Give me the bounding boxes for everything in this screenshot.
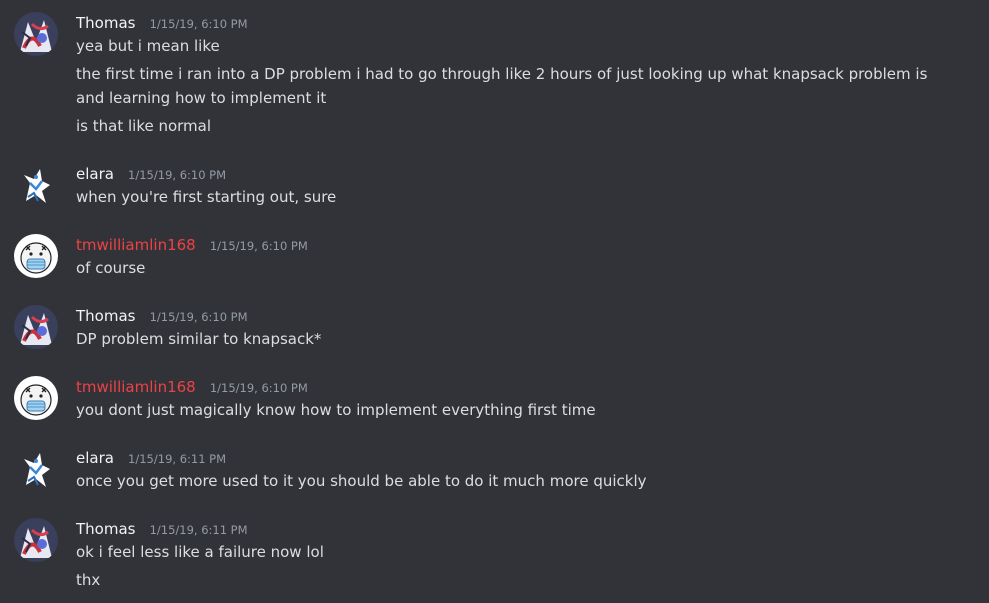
username[interactable]: Thomas [76, 307, 135, 325]
message-content: ok i feel less like a failure now lol th… [76, 540, 956, 592]
message-header: tmwilliamlin168 1/15/19, 6:10 PM [76, 234, 308, 256]
message-text: DP problem similar to knapsack* [76, 330, 322, 348]
message-content: when you're first starting out, sure [76, 185, 956, 209]
message-header: Thomas 1/15/19, 6:11 PM [76, 518, 248, 540]
message-text: thx [76, 571, 101, 589]
chat-messages: Thomas 1/15/19, 6:10 PM yea but i mean l… [0, 0, 989, 603]
message-content: once you get more used to it you should … [76, 469, 956, 493]
username[interactable]: elara [76, 449, 114, 467]
message-text: yea but i mean like [76, 37, 220, 55]
message-group: Thomas 1/15/19, 6:11 PM ok i feel less l… [0, 518, 989, 598]
username[interactable]: tmwilliamlin168 [76, 236, 196, 254]
tmwilliamlin-avatar-icon [14, 376, 58, 420]
message-header: Thomas 1/15/19, 6:10 PM [76, 12, 248, 34]
username[interactable]: Thomas [76, 520, 135, 538]
message-group: Thomas 1/15/19, 6:10 PM DP problem simil… [0, 305, 989, 355]
avatar[interactable] [14, 12, 58, 56]
username[interactable]: Thomas [76, 14, 135, 32]
avatar[interactable] [14, 518, 58, 562]
avatar[interactable] [14, 163, 58, 207]
message-group: Thomas 1/15/19, 6:10 PM yea but i mean l… [0, 12, 989, 140]
elara-avatar-icon [14, 163, 58, 207]
message-text: you dont just magically know how to impl… [76, 401, 596, 419]
avatar[interactable] [14, 305, 58, 349]
timestamp[interactable]: 1/15/19, 6:10 PM [128, 168, 226, 182]
message-group: tmwilliamlin168 1/15/19, 6:10 PM you don… [0, 376, 989, 426]
message-text: the first time i ran into a DP problem i… [76, 65, 928, 107]
timestamp[interactable]: 1/15/19, 6:10 PM [150, 17, 248, 31]
message-content: DP problem similar to knapsack* [76, 327, 956, 351]
message-header: Thomas 1/15/19, 6:10 PM [76, 305, 248, 327]
message-header: elara 1/15/19, 6:10 PM [76, 163, 226, 185]
elara-avatar-icon [14, 447, 58, 491]
message-group: elara 1/15/19, 6:11 PM once you get more… [0, 447, 989, 497]
thomas-avatar-icon [14, 12, 58, 56]
thomas-avatar-icon [14, 305, 58, 349]
username[interactable]: elara [76, 165, 114, 183]
message-text: once you get more used to it you should … [76, 472, 647, 490]
message-text: when you're first starting out, sure [76, 188, 337, 206]
message-text: of course [76, 259, 146, 277]
username[interactable]: tmwilliamlin168 [76, 378, 196, 396]
message-header: elara 1/15/19, 6:11 PM [76, 447, 226, 469]
avatar[interactable] [14, 447, 58, 491]
avatar[interactable] [14, 376, 58, 420]
message-group: tmwilliamlin168 1/15/19, 6:10 PM of cour… [0, 234, 989, 284]
timestamp[interactable]: 1/15/19, 6:10 PM [150, 310, 248, 324]
timestamp[interactable]: 1/15/19, 6:10 PM [210, 239, 308, 253]
timestamp[interactable]: 1/15/19, 6:10 PM [210, 381, 308, 395]
message-group: elara 1/15/19, 6:10 PM when you're first… [0, 163, 989, 213]
message-content: of course [76, 256, 956, 280]
timestamp[interactable]: 1/15/19, 6:11 PM [128, 452, 226, 466]
message-content: you dont just magically know how to impl… [76, 398, 956, 422]
avatar[interactable] [14, 234, 58, 278]
message-text: is that like normal [76, 117, 212, 135]
message-header: tmwilliamlin168 1/15/19, 6:10 PM [76, 376, 308, 398]
tmwilliamlin-avatar-icon [14, 234, 58, 278]
thomas-avatar-icon [14, 518, 58, 562]
message-content: yea but i mean like the first time i ran… [76, 34, 956, 138]
message-text: ok i feel less like a failure now lol [76, 543, 324, 561]
timestamp[interactable]: 1/15/19, 6:11 PM [150, 523, 248, 537]
